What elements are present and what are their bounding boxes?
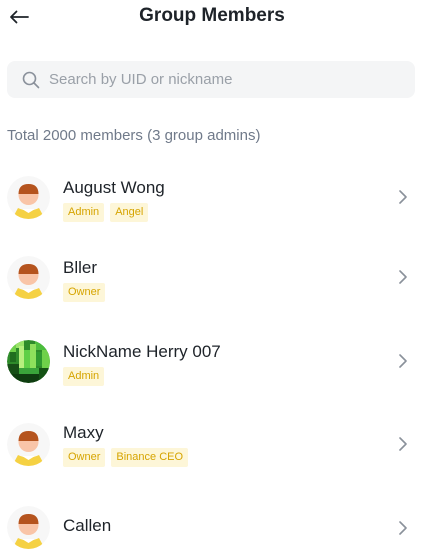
header-bar: Group Members <box>0 0 424 36</box>
role-badge: Admin <box>63 367 105 386</box>
chevron-right-icon <box>396 352 410 370</box>
member-row[interactable]: Bller Owner <box>0 250 424 320</box>
green-pixel-avatar <box>7 340 50 383</box>
member-badges: Owner Binance CEO <box>63 448 189 467</box>
member-row[interactable]: Callen <box>0 500 424 560</box>
member-name: Bller <box>63 258 98 277</box>
chevron-right-icon <box>396 435 410 453</box>
member-count-text: Total 2000 members (3 group admins) <box>7 127 261 144</box>
role-badge: Admin <box>63 203 105 222</box>
chevron-right-icon <box>396 519 410 537</box>
member-row[interactable]: August Wong Admin Angel <box>0 170 424 240</box>
default-avatar <box>7 506 50 549</box>
role-badge: Binance CEO <box>111 448 189 467</box>
chevron-right-icon <box>396 268 410 286</box>
role-badge: Angel <box>110 203 149 222</box>
member-name: Callen <box>63 516 112 535</box>
search-icon <box>22 71 40 89</box>
member-name: August Wong <box>63 178 165 197</box>
member-badges: Owner <box>63 283 106 302</box>
member-badges: Admin Angel <box>63 203 149 222</box>
chevron-right-icon <box>396 188 410 206</box>
default-avatar <box>7 423 50 466</box>
default-avatar <box>7 176 50 219</box>
role-badge: Owner <box>63 448 106 467</box>
page-title: Group Members <box>139 5 285 26</box>
member-name: Maxy <box>63 423 104 442</box>
role-badge: Owner <box>63 283 106 302</box>
member-name: NickName Herry 007 <box>63 342 221 361</box>
member-badges: Admin <box>63 367 105 386</box>
search-bar[interactable] <box>7 61 415 98</box>
member-row[interactable]: NickName Herry 007 Admin <box>0 334 424 404</box>
default-avatar <box>7 256 50 299</box>
search-input[interactable] <box>49 71 389 88</box>
member-row[interactable]: Maxy Owner Binance CEO <box>0 417 424 487</box>
